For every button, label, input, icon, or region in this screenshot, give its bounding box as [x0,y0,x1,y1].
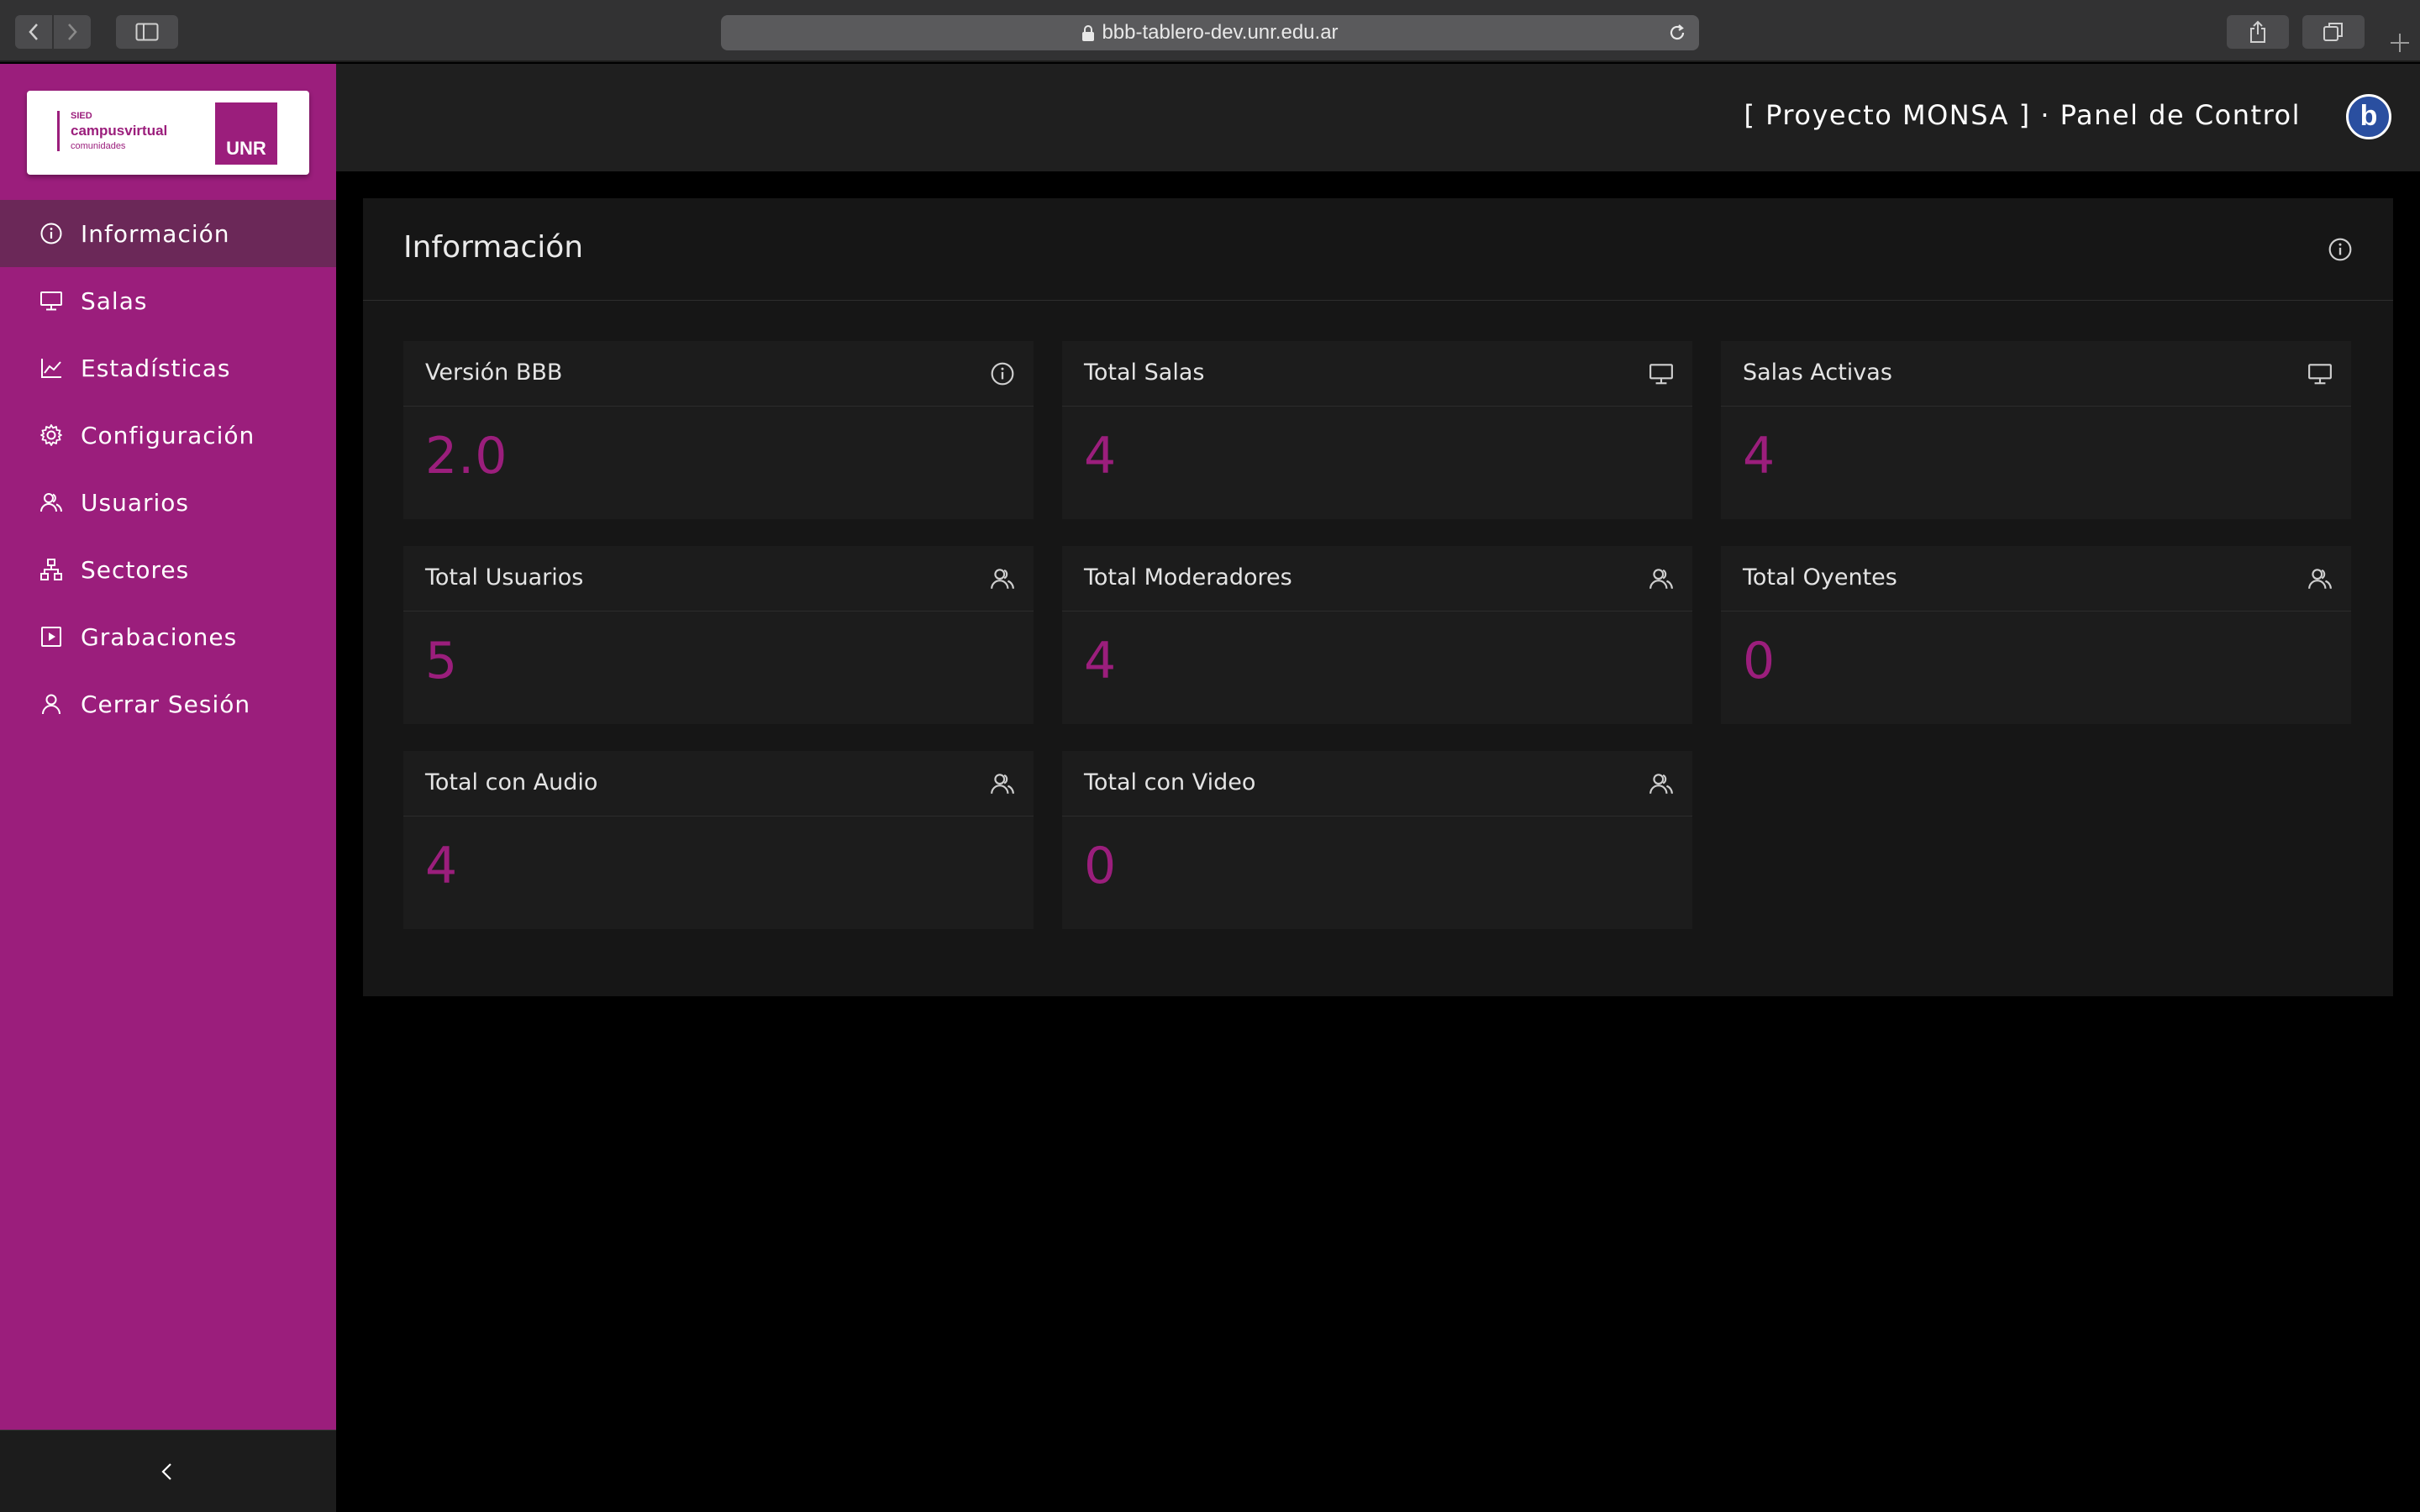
logo-comunidades-text: comunidades [71,141,126,151]
share-button[interactable] [2227,15,2289,49]
card-value: 4 [425,837,459,895]
header-title: [ Proyecto MONSA ] · Panel de Control [1744,99,2301,131]
address-bar[interactable]: bbb-tablero-dev.unr.edu.ar [721,15,1699,50]
top-header: [ Proyecto MONSA ] · Panel de Control b [336,64,2420,171]
sitemap-icon [39,557,64,582]
chart-line-icon [39,355,64,381]
card-total-moderadores: Total Moderadores 4 [1062,546,1692,724]
card-header: Total con Audio [403,751,1034,816]
logo-unr: UNR [215,102,277,165]
card-title: Total Moderadores [1084,564,1292,591]
tabs-icon [2323,23,2343,41]
info-icon [39,221,64,246]
card-value: 4 [1743,427,1776,486]
card-title: Salas Activas [1743,360,1892,386]
card-value: 4 [1084,427,1118,486]
share-icon [2250,20,2265,43]
card-value: 0 [1084,837,1118,895]
sidebar-icon [135,23,159,41]
browser-toolbar: bbb-tablero-dev.unr.edu.ar [0,0,2420,62]
users-icon [991,774,1014,794]
sidebar-item-salas[interactable]: Salas [0,267,336,334]
card-title: Total con Audio [425,769,598,795]
sidebar-item-sectores[interactable]: Sectores [0,536,336,603]
new-tab-button[interactable] [2380,22,2420,62]
monitor-icon [2308,364,2332,385]
gear-icon [39,423,64,448]
card-title: Total Salas [1084,360,1205,386]
sidebar-item-informacion[interactable]: Información [0,200,336,267]
sidebar-item-label: Configuración [81,421,255,449]
info-icon [2328,238,2352,261]
card-header: Total Moderadores [1062,546,1692,612]
users-icon [2308,569,2332,589]
reload-icon[interactable] [1667,23,1687,43]
logo-bar [57,111,60,151]
card-total-con-video: Total con Video 0 [1062,751,1692,929]
card-title: Total Usuarios [425,564,584,591]
card-salas-activas: Salas Activas 4 [1721,341,2351,519]
card-total-salas: Total Salas 4 [1062,341,1692,519]
users-icon [1649,569,1673,589]
user-icon [39,691,64,717]
play-icon [39,624,64,649]
users-icon [1649,774,1673,794]
monitor-icon [1649,364,1673,385]
card-value: 5 [425,632,459,690]
card-header: Total Salas [1062,341,1692,407]
card-total-oyentes: Total Oyentes 0 [1721,546,2351,724]
sidebar-item-label: Información [81,219,230,248]
info-icon [991,362,1014,386]
card-header: Total Usuarios [403,546,1034,612]
sidebar-item-cerrar-sesion[interactable]: Cerrar Sesión [0,670,336,738]
card-version-bbb: Versión BBB 2.0 [403,341,1034,519]
bigbluebutton-logo[interactable]: b [2346,94,2391,139]
sidebar-item-label: Usuarios [81,488,189,517]
users-icon [39,490,64,515]
card-value: 2.0 [425,427,508,486]
card-title: Total Oyentes [1743,564,1897,591]
card-header: Versión BBB [403,341,1034,407]
sidebar-item-estadisticas[interactable]: Estadísticas [0,334,336,402]
logo-campus-text: campusvirtual [71,123,168,139]
sidebar-item-configuracion[interactable]: Configuración [0,402,336,469]
chevron-left-icon [29,24,38,40]
card-total-usuarios: Total Usuarios 5 [403,546,1034,724]
collapse-sidebar-icon[interactable] [156,1461,178,1483]
plus-icon [2391,34,2409,52]
sidebar-item-grabaciones[interactable]: Grabaciones [0,603,336,670]
card-value: 4 [1084,632,1118,690]
card-header: Total con Video [1062,751,1692,816]
card-header: Salas Activas [1721,341,2351,407]
sidebar-item-label: Cerrar Sesión [81,690,251,718]
info-panel: Información Versión BBB 2.0 Total Salas … [363,198,2393,996]
sidebar-item-label: Grabaciones [81,622,238,651]
tabs-overview-button[interactable] [2302,15,2365,49]
sidebar-item-usuarios[interactable]: Usuarios [0,469,336,536]
panel-header: Información [363,198,2393,301]
campus-virtual-logo[interactable]: SIED campusvirtual comunidades UNR [27,91,309,175]
sidebar-toggle-button[interactable] [116,15,178,49]
card-total-con-audio: Total con Audio 4 [403,751,1034,929]
sidebar: SIED campusvirtual comunidades UNR Infor… [0,64,336,1512]
panel-title: Información [403,230,584,265]
url-text: bbb-tablero-dev.unr.edu.ar [1102,21,1339,44]
sidebar-item-label: Estadísticas [81,354,231,382]
logo-sied-text: SIED [71,111,92,121]
forward-button[interactable] [54,15,91,49]
sidebar-item-label: Salas [81,286,148,315]
chevron-right-icon [68,24,77,40]
card-value: 0 [1743,632,1776,690]
lock-icon [1082,24,1095,41]
monitor-icon [39,288,64,313]
card-title: Total con Video [1084,769,1256,795]
card-title: Versión BBB [425,360,563,386]
back-button[interactable] [15,15,52,49]
card-header: Total Oyentes [1721,546,2351,612]
sidebar-nav: Información Salas Estadísticas Configura… [0,200,336,738]
sidebar-footer [0,1430,336,1512]
sidebar-item-label: Sectores [81,555,190,584]
users-icon [991,569,1014,589]
